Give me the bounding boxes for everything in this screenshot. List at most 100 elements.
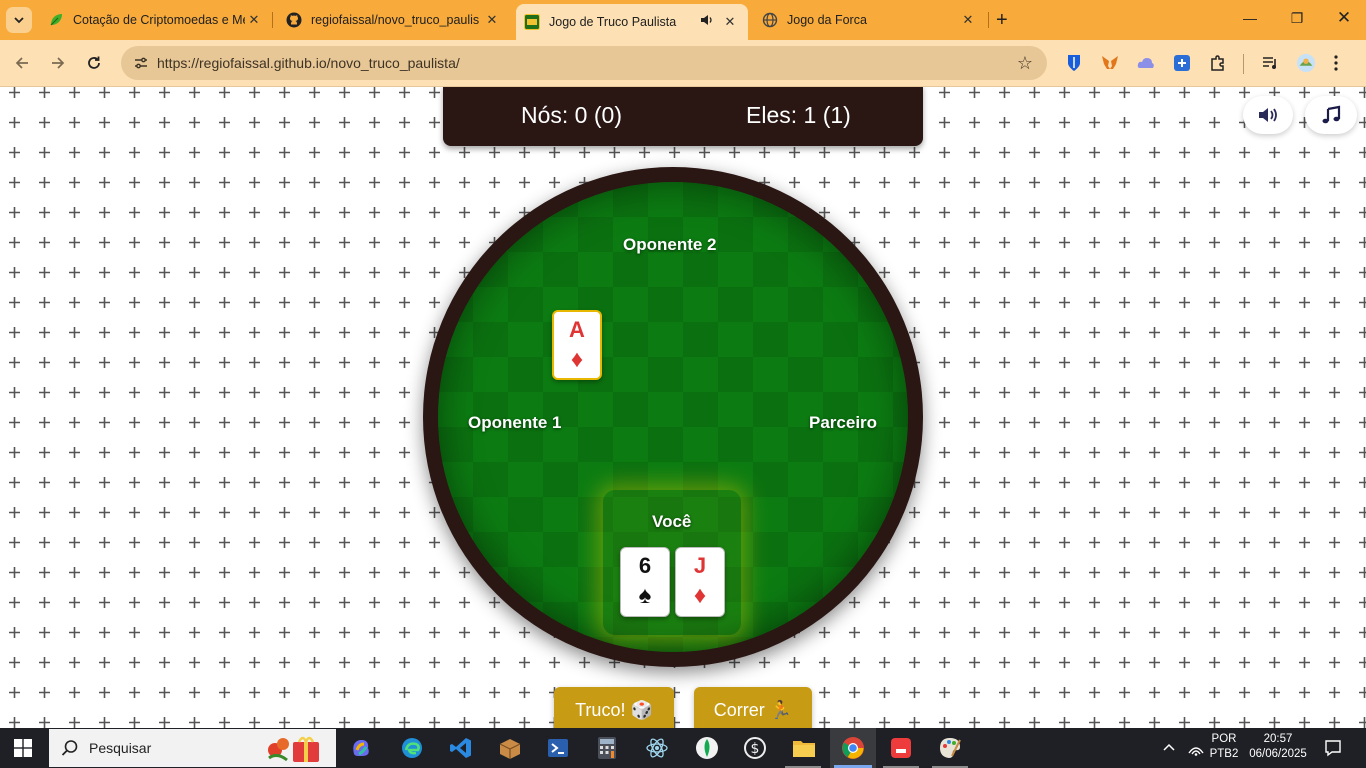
search-label: Pesquisar (89, 740, 152, 756)
media-controls-icon[interactable] (1261, 53, 1281, 73)
reload-icon (88, 56, 100, 69)
language-indicator[interactable]: POR PTB2 (1206, 733, 1242, 760)
address-bar[interactable]: https://regiofaissal.github.io/novo_truc… (121, 46, 1047, 80)
arrow-left-icon (15, 57, 28, 69)
close-tab-icon[interactable]: ✕ (722, 14, 738, 30)
reload-button[interactable] (83, 52, 105, 74)
wifi-icon[interactable] (1187, 739, 1205, 762)
currency-exchange-icon[interactable]: $ (743, 736, 767, 760)
close-window-button[interactable]: ✕ (1334, 8, 1354, 28)
sound-toggle-button[interactable] (1243, 96, 1293, 134)
player-top-name: Oponente 2 (623, 235, 717, 254)
hand-card-2[interactable]: J ♦ (675, 547, 725, 617)
restore-button[interactable]: ❐ (1287, 10, 1307, 27)
score-us: Nós: 0 (0) (521, 102, 622, 128)
svg-text:$: $ (751, 741, 760, 757)
arrow-right-icon (52, 57, 65, 69)
extension-blue-icon[interactable] (1172, 53, 1192, 73)
red-app-icon[interactable] (889, 736, 913, 760)
run-button[interactable]: Correr 🏃 (694, 687, 812, 728)
played-card: A ♦ (552, 310, 602, 380)
minimize-button[interactable]: — (1240, 10, 1260, 26)
player-right-name: Parceiro (809, 413, 878, 432)
tab-strip: Cotação de Criptomoedas e Me ✕ regiofais… (0, 0, 1366, 40)
close-tab-icon[interactable]: ✕ (960, 12, 976, 28)
player-hand-zone: Você 6 ♠ J ♦ (603, 490, 741, 635)
speaker-icon (1259, 108, 1277, 122)
hand-card-1[interactable]: 6 ♠ (620, 547, 670, 617)
url-text: https://regiofaissal.github.io/novo_truc… (157, 55, 460, 71)
card-rank: 6 (638, 553, 652, 578)
mongodb-compass-icon[interactable] (695, 736, 719, 760)
extension-cloud-icon[interactable] (1136, 53, 1156, 73)
powershell-icon[interactable] (546, 736, 570, 760)
speaker-icon[interactable] (700, 13, 714, 30)
tab-title: regiofaissal/novo_truco_paulist (311, 13, 479, 27)
gift-icon (263, 732, 325, 768)
tab-crypto[interactable]: Cotação de Criptomoedas e Me ✕ (40, 5, 272, 35)
toolbar: https://regiofaissal.github.io/novo_truc… (0, 40, 1366, 87)
bookmark-star-icon[interactable]: ☆ (1017, 53, 1033, 74)
tab-divider (272, 12, 273, 28)
card-table: Oponente 2 Oponente 1 Parceiro A ♦ Você … (423, 167, 923, 667)
windows-start-icon[interactable] (14, 739, 32, 757)
search-icon (61, 740, 78, 756)
tab-title: Jogo da Forca (787, 13, 867, 27)
toolbar-divider (1243, 54, 1244, 74)
site-info-icon[interactable] (133, 55, 149, 71)
bitwarden-icon[interactable] (1064, 53, 1084, 73)
chevron-down-icon (14, 17, 24, 24)
clock-time: 20:57 (1263, 733, 1293, 745)
keyboard-layout: PTB2 (1209, 748, 1239, 760)
player-bottom-name: Você (652, 512, 692, 531)
extensions-puzzle-icon[interactable] (1208, 53, 1228, 73)
globe-icon (762, 12, 778, 28)
forward-button[interactable] (47, 52, 69, 74)
card-suit: ♦ (693, 582, 707, 609)
tab-title: Cotação de Criptomoedas e Me (73, 13, 245, 27)
close-tab-icon[interactable]: ✕ (246, 12, 262, 28)
game-page: Nós: 0 (0) Eles: 1 (1) Oponente 2 Oponen… (0, 87, 1366, 728)
package-box-icon[interactable] (498, 736, 522, 760)
github-icon (286, 12, 302, 28)
music-toggle-button[interactable] (1305, 96, 1357, 134)
truco-button[interactable]: Truco! 🎲 (554, 687, 674, 728)
file-explorer-icon[interactable] (792, 736, 816, 760)
browser-menu-icon[interactable] (1326, 53, 1346, 73)
show-hidden-icons-chevron[interactable] (1162, 740, 1176, 759)
score-them: Eles: 1 (1) (746, 102, 851, 128)
language-code: POR (1211, 733, 1237, 745)
taskbar-search[interactable]: Pesquisar (49, 729, 336, 767)
metamask-fox-icon[interactable] (1100, 53, 1120, 73)
card-rank: A (569, 317, 585, 342)
player-left-name: Oponente 1 (468, 413, 562, 432)
tab-search-button[interactable] (6, 7, 32, 33)
tab-forca[interactable]: Jogo da Forca ✕ (754, 5, 986, 35)
clock-date: 06/06/2025 (1249, 748, 1307, 760)
edge-icon[interactable] (400, 736, 424, 760)
new-tab-button[interactable]: + (996, 10, 1008, 30)
copilot-icon[interactable] (349, 736, 373, 760)
table-felt: Oponente 2 Oponente 1 Parceiro A ♦ Você … (438, 182, 908, 652)
scoreboard: Nós: 0 (0) Eles: 1 (1) (443, 87, 923, 146)
close-tab-icon[interactable]: ✕ (484, 12, 500, 28)
tab-title: Jogo de Truco Paulista (549, 15, 677, 29)
card-suit: ♦ (570, 346, 584, 373)
tab-github[interactable]: regiofaissal/novo_truco_paulist ✕ (278, 5, 510, 35)
back-button[interactable] (11, 52, 33, 74)
truco-app-icon (524, 14, 540, 30)
profile-avatar[interactable] (1296, 53, 1316, 73)
chrome-icon[interactable] (841, 736, 865, 760)
taskbar: Pesquisar $ POR PTB2 20:57 06/06/2025 (0, 728, 1366, 768)
electron-app-icon[interactable] (645, 736, 669, 760)
crypto-leaf-icon (48, 12, 64, 28)
vscode-icon[interactable] (449, 736, 473, 760)
tab-truco[interactable]: Jogo de Truco Paulista ✕ (516, 4, 748, 40)
tab-divider (988, 12, 989, 28)
calculator-icon[interactable] (595, 736, 619, 760)
card-rank: J (693, 553, 707, 578)
notification-icon[interactable] (1324, 739, 1342, 762)
card-suit: ♠ (638, 582, 652, 609)
paint-palette-icon[interactable] (938, 736, 962, 760)
clock[interactable]: 20:57 06/06/2025 (1245, 733, 1311, 760)
